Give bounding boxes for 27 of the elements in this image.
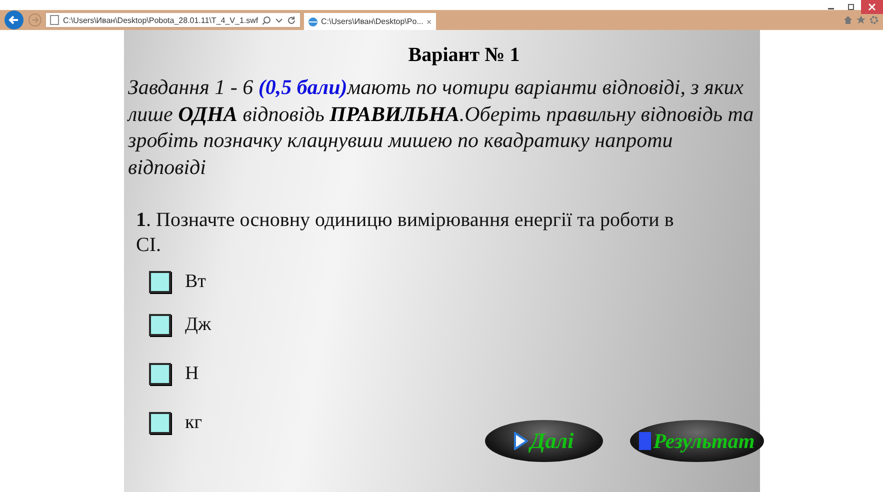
play-icon <box>514 432 528 450</box>
answer-label: кг <box>185 412 202 434</box>
quiz-title: Варіант № 1 <box>407 43 521 68</box>
answer-checkbox[interactable] <box>149 412 171 434</box>
tab-close-button[interactable]: × <box>426 16 432 26</box>
answer-label: Н <box>185 362 199 384</box>
instructions-text: Завдання 1 - 6 (0,5 бали)мають по чотири варіанти відповіді, з яких лише ОДНА відповідь ПРАВИЛЬНА.Оберіть правильну відповідь та зробіть позначку клацнувши мишею по квадратику напроти відповіді <box>128 74 755 180</box>
answer-label: Вт <box>185 271 206 293</box>
close-icon[interactable] <box>861 0 883 14</box>
answer-checkbox[interactable] <box>149 362 171 384</box>
next-button[interactable]: Далі <box>485 420 603 462</box>
dropdown-icon[interactable] <box>275 16 284 24</box>
answer-checkbox[interactable] <box>149 271 171 293</box>
result-button[interactable]: Результат <box>630 420 764 462</box>
answer-checkbox[interactable] <box>149 314 171 336</box>
star-icon[interactable] <box>856 15 866 25</box>
address-bar[interactable]: C:\Users\Иван\Desktop\Pobota_28.01.11\T_4_V_1.swf <box>45 12 301 28</box>
refresh-icon[interactable] <box>287 16 296 24</box>
search-icon[interactable] <box>262 16 272 24</box>
tab-title: C:\Users\Иван\Desktop\Po... <box>321 17 424 26</box>
page-icon <box>50 15 59 25</box>
square-icon <box>639 432 652 450</box>
answer-label: Дж <box>185 314 212 336</box>
back-button[interactable] <box>4 10 24 30</box>
browser-tab[interactable]: C:\Users\Иван\Desktop\Po... × <box>304 13 436 30</box>
question-text: 1. Позначте основну одиницю вимірювання енергії та роботи в СІ. <box>136 208 675 258</box>
address-text: C:\Users\Иван\Desktop\Pobota_28.01.11\T_4_V_1.swf <box>62 16 258 24</box>
